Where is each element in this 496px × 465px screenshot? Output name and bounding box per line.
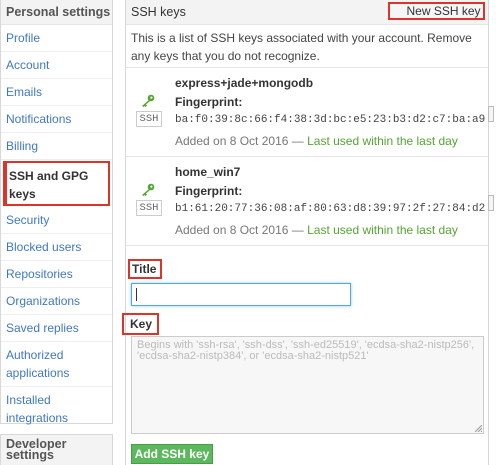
key-title: express+jade+mongodb [175, 76, 314, 90]
title-label: Title [128, 259, 162, 279]
delete-button-edge[interactable] [488, 195, 494, 211]
developer-settings-header[interactable]: Developer settings [0, 434, 113, 465]
sidebar-item-authorized-applications[interactable]: Authorized applications [1, 342, 112, 387]
sidebar-item-organizations[interactable]: Organizations [1, 288, 112, 315]
ssh-type-badge: SSH [136, 111, 162, 127]
delete-button-edge[interactable] [488, 106, 494, 122]
sidebar-item-security[interactable]: Security [1, 207, 112, 234]
sidebar-header: Personal settings [1, 0, 112, 25]
key-icon [140, 94, 156, 108]
key-title: home_win7 [175, 165, 241, 179]
panel-title: SSH keys [131, 5, 186, 19]
fingerprint-label: Fingerprint: [175, 95, 243, 109]
key-added-date: Added on 8 Oct 2016 — [175, 223, 308, 237]
add-ssh-key-button[interactable]: Add SSH key [131, 444, 213, 464]
sidebar-item-notifications[interactable]: Notifications [1, 106, 112, 133]
key-textarea[interactable]: Begins with 'ssh-rsa', 'ssh-dss', 'ssh-e… [131, 336, 484, 434]
resize-grip-icon[interactable] [475, 425, 482, 432]
fingerprint-value: ba:f0:39:8c:66:f4:38:3d:bc:e5:23:b3:d2:c… [175, 114, 486, 126]
text-caret [136, 288, 137, 301]
ssh-key-item: SSH express+jade+mongodb Fingerprint: ba… [126, 68, 494, 157]
sidebar-item-emails[interactable]: Emails [1, 79, 112, 106]
key-label: Key [122, 313, 159, 335]
title-input[interactable] [131, 283, 351, 306]
key-last-used: Last used within the last day [307, 134, 458, 148]
key-added-date: Added on 8 Oct 2016 — [175, 134, 308, 148]
ssh-type-badge: SSH [136, 200, 162, 216]
sidebar-item-ssh-gpg-keys[interactable]: SSH and GPG keys [3, 161, 110, 206]
sidebar-item-blocked-users[interactable]: Blocked users [1, 234, 112, 261]
new-ssh-key-button[interactable]: New SSH key [388, 2, 485, 20]
key-added-info: Added on 8 Oct 2016 — Last used within t… [175, 134, 458, 148]
settings-sidebar: Personal settings Profile Account Emails… [0, 0, 113, 425]
sidebar-item-account[interactable]: Account [1, 52, 112, 79]
sidebar-item-profile[interactable]: Profile [1, 25, 112, 52]
key-textarea-placeholder: Begins with 'ssh-rsa', 'ssh-dss', 'ssh-e… [137, 339, 475, 362]
sidebar-item-saved-replies[interactable]: Saved replies [1, 315, 112, 342]
sidebar-item-repositories[interactable]: Repositories [1, 261, 112, 288]
key-added-info: Added on 8 Oct 2016 — Last used within t… [175, 223, 458, 237]
key-icon [140, 183, 156, 197]
ssh-key-item: SSH home_win7 Fingerprint: b1:61:20:77:3… [126, 157, 494, 246]
fingerprint-label: Fingerprint: [175, 184, 243, 198]
sidebar-item-installed-integrations[interactable]: Installed integrations [1, 387, 112, 432]
fingerprint-value: b1:61:20:77:36:08:af:80:63:d8:39:97:2f:2… [175, 203, 486, 215]
key-last-used: Last used within the last day [307, 223, 458, 237]
panel-intro-text: This is a list of SSH keys associated wi… [126, 25, 488, 68]
panel-header: SSH keys New SSH key [126, 0, 488, 25]
sidebar-item-billing[interactable]: Billing [1, 133, 112, 160]
